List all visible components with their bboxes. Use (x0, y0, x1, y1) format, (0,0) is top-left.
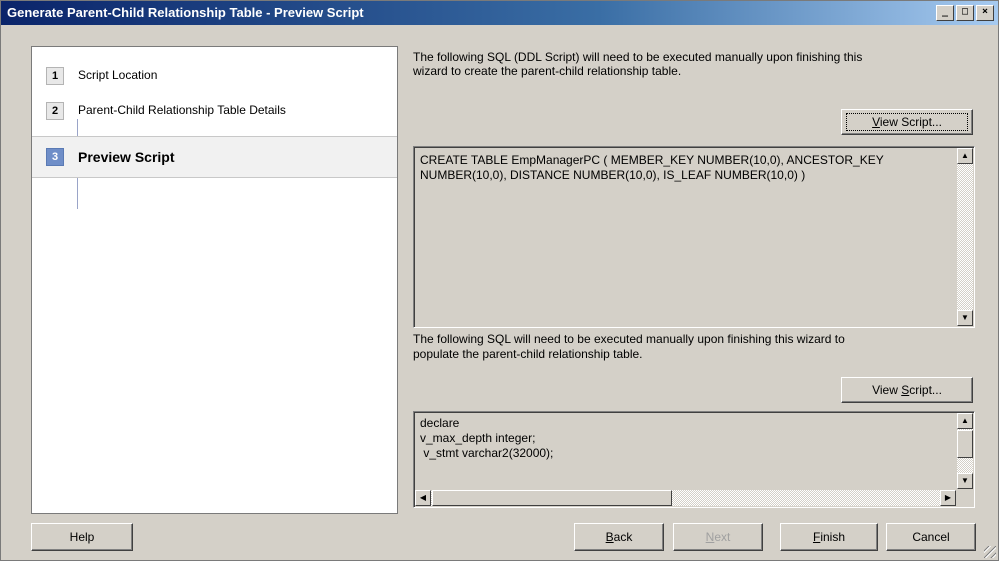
ddl-description-line-2: wizard to create the parent-child relati… (413, 64, 682, 78)
scroll-up-arrow-icon[interactable]: ▲ (957, 413, 973, 429)
step-number: 2 (46, 102, 64, 120)
ddl-vertical-scrollbar[interactable]: ▲ ▼ (957, 148, 973, 326)
step-script-location[interactable]: 1 Script Location (32, 57, 397, 93)
populate-horizontal-scrollbar[interactable]: ◀ ▶ (415, 490, 956, 506)
window-controls: _ □ × (936, 5, 994, 21)
step-relationship-table-details[interactable]: 2 Parent-Child Relationship Table Detail… (32, 92, 397, 128)
scroll-up-arrow-icon[interactable]: ▲ (957, 148, 973, 164)
window-title: Generate Parent-Child Relationship Table… (7, 5, 364, 20)
wizard-steps-panel: 1 Script Location 2 Parent-Child Relatio… (31, 46, 398, 514)
scroll-down-arrow-icon[interactable]: ▼ (957, 310, 973, 326)
vertical-scroll-thumb[interactable] (957, 430, 973, 458)
title-bar[interactable]: Generate Parent-Child Relationship Table… (1, 1, 998, 25)
scrollbar-corner (957, 490, 973, 506)
populate-description-line-1: The following SQL will need to be execut… (413, 332, 845, 346)
ddl-script-text: CREATE TABLE EmpManagerPC ( MEMBER_KEY N… (420, 153, 884, 182)
maximize-button[interactable]: □ (956, 5, 974, 21)
ddl-script-textbox[interactable]: CREATE TABLE EmpManagerPC ( MEMBER_KEY N… (413, 146, 975, 328)
populate-vertical-scrollbar[interactable]: ▲ ▼ (957, 413, 973, 489)
step-label: Script Location (78, 68, 158, 82)
scroll-right-arrow-icon[interactable]: ▶ (940, 490, 956, 506)
back-button[interactable]: Back (574, 523, 664, 551)
scroll-left-arrow-icon[interactable]: ◀ (415, 490, 431, 506)
view-ddl-script-button[interactable]: View Script... (841, 109, 973, 135)
step-number: 1 (46, 67, 64, 85)
populate-script-text: declare v_max_depth integer; v_stmt varc… (420, 416, 554, 460)
next-button[interactable]: Next (673, 523, 763, 551)
cancel-button[interactable]: Cancel (886, 523, 976, 551)
minimize-button[interactable]: _ (936, 5, 954, 21)
scroll-down-arrow-icon[interactable]: ▼ (957, 473, 973, 489)
horizontal-scroll-thumb[interactable] (432, 490, 672, 506)
step-label: Preview Script (78, 149, 175, 165)
help-button[interactable]: Help (31, 523, 133, 551)
wizard-window: Generate Parent-Child Relationship Table… (0, 0, 999, 561)
resize-grip-icon[interactable] (984, 546, 996, 558)
populate-description-line-2: populate the parent-child relationship t… (413, 347, 643, 361)
step-preview-script[interactable]: 3 Preview Script (32, 136, 397, 178)
close-button[interactable]: × (976, 5, 994, 21)
finish-button[interactable]: Finish (780, 523, 878, 551)
view-populate-script-button[interactable]: View Script... (841, 377, 973, 403)
step-label: Parent-Child Relationship Table Details (78, 103, 286, 117)
populate-script-textbox[interactable]: declare v_max_depth integer; v_stmt varc… (413, 411, 975, 508)
step-number: 3 (46, 148, 64, 166)
